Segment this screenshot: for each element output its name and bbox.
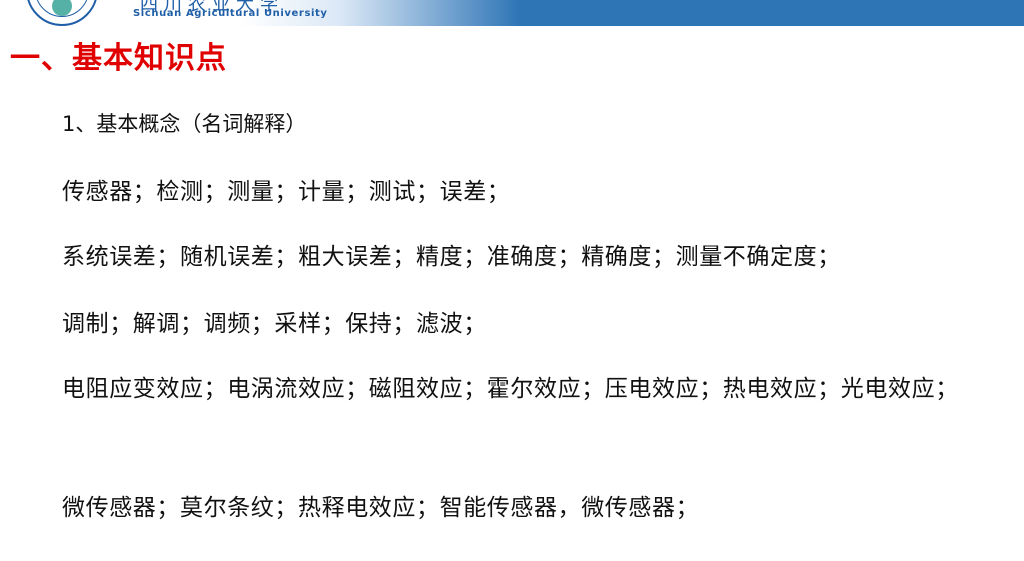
term-line-4: 电阻应变效应；电涡流效应；磁阻效应；霍尔效应；压电效应；热电效应；光电效应； xyxy=(62,376,959,402)
logo-emblem-icon xyxy=(52,0,72,16)
term-line-5: 微传感器；莫尔条纹；热释电效应；智能传感器，微传感器； xyxy=(62,495,700,521)
subtitle: 1、基本概念（名词解释） xyxy=(62,112,307,136)
term-line-1: 传感器；检测；测量；计量；测试；误差； xyxy=(62,179,511,205)
term-line-2: 系统误差；随机误差；粗大误差；精度；准确度；精确度；测量不确定度； xyxy=(62,244,841,270)
term-line-3: 调制；解调；调频；采样；保持；滤波； xyxy=(62,311,487,337)
section-title: 一、基本知识点 xyxy=(10,41,227,76)
university-name-en: Sichuan Agricultural University xyxy=(133,8,328,19)
